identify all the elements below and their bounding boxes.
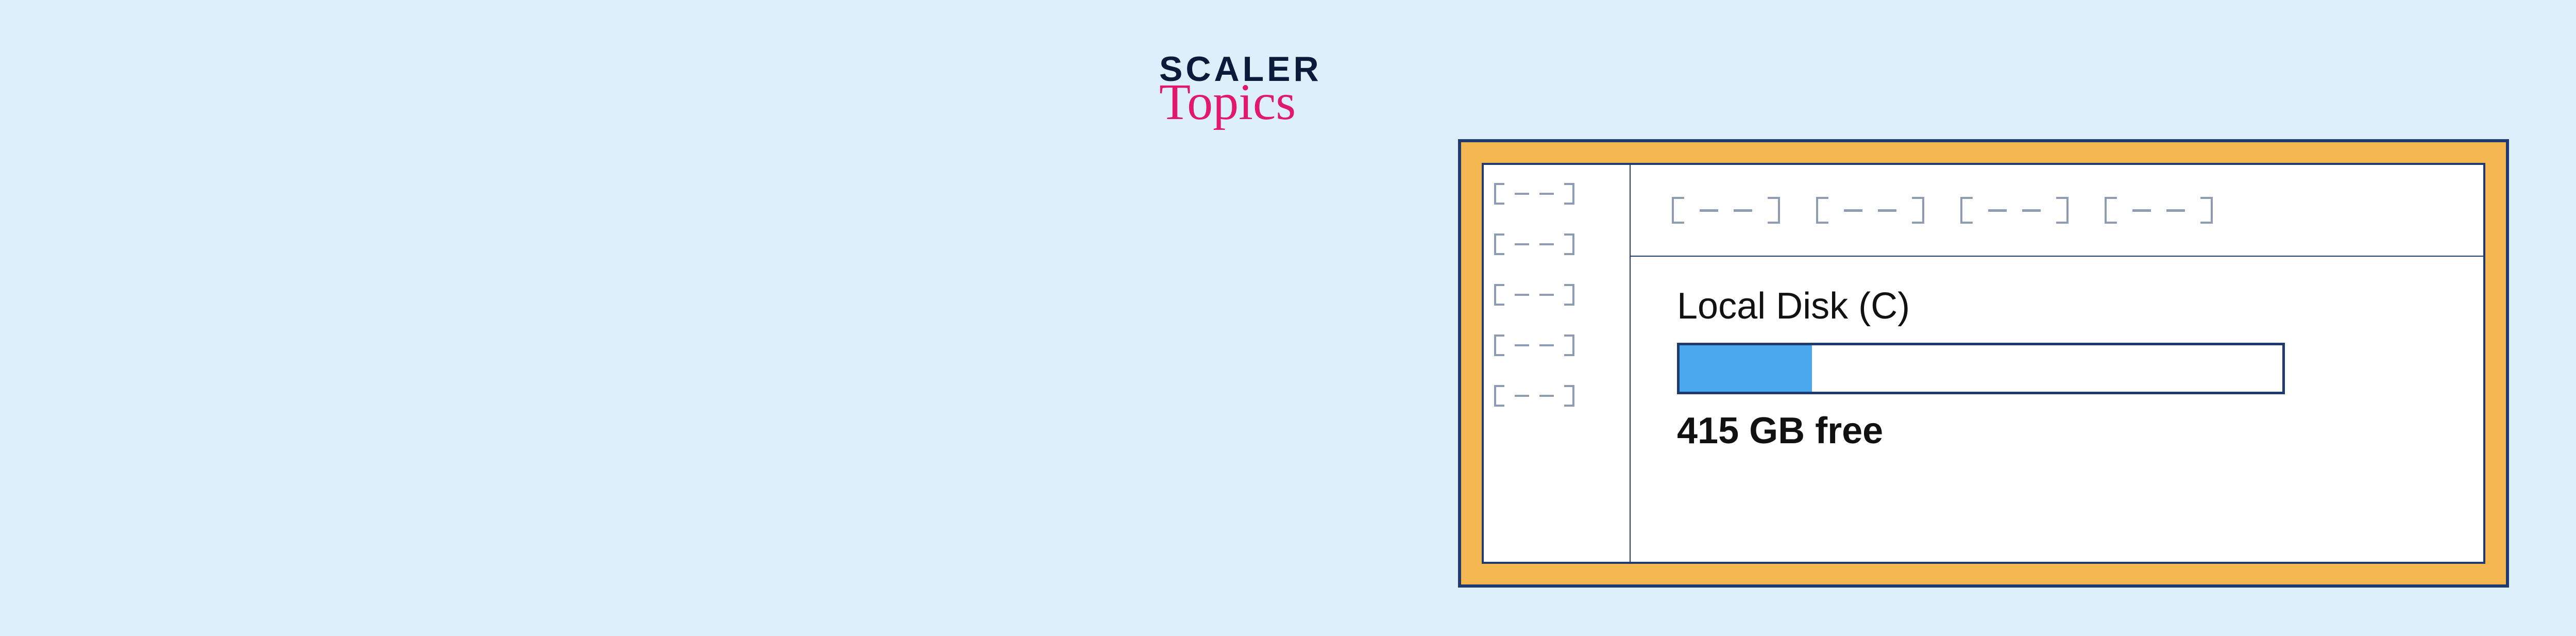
disk-free-text: 415 GB free — [1677, 410, 2437, 452]
toolbar — [1631, 165, 2483, 257]
disk-usage-fill — [1680, 345, 1812, 392]
toolbar-item-placeholder — [1672, 197, 1780, 224]
toolbar-item-placeholder — [1960, 197, 2069, 224]
disk-usage-bar — [1677, 343, 2285, 394]
toolbar-item-placeholder — [2105, 197, 2213, 224]
content-area: Local Disk (C) 415 GB free — [1631, 257, 2483, 480]
disk-label: Local Disk (C) — [1677, 285, 2437, 327]
scaler-topics-logo: SCALER Topics — [1159, 52, 1322, 128]
sidebar-item-placeholder — [1494, 183, 1619, 205]
sidebar-item-placeholder — [1494, 233, 1619, 255]
toolbar-item-placeholder — [1816, 197, 1924, 224]
sidebar-item-placeholder — [1494, 284, 1619, 306]
sidebar-item-placeholder — [1494, 334, 1619, 356]
sidebar-item-placeholder — [1494, 385, 1619, 407]
main-pane: Local Disk (C) 415 GB free — [1631, 165, 2483, 562]
sidebar — [1484, 165, 1631, 562]
window-inner: Local Disk (C) 415 GB free — [1482, 163, 2485, 564]
explorer-window: Local Disk (C) 415 GB free — [1458, 139, 2509, 588]
